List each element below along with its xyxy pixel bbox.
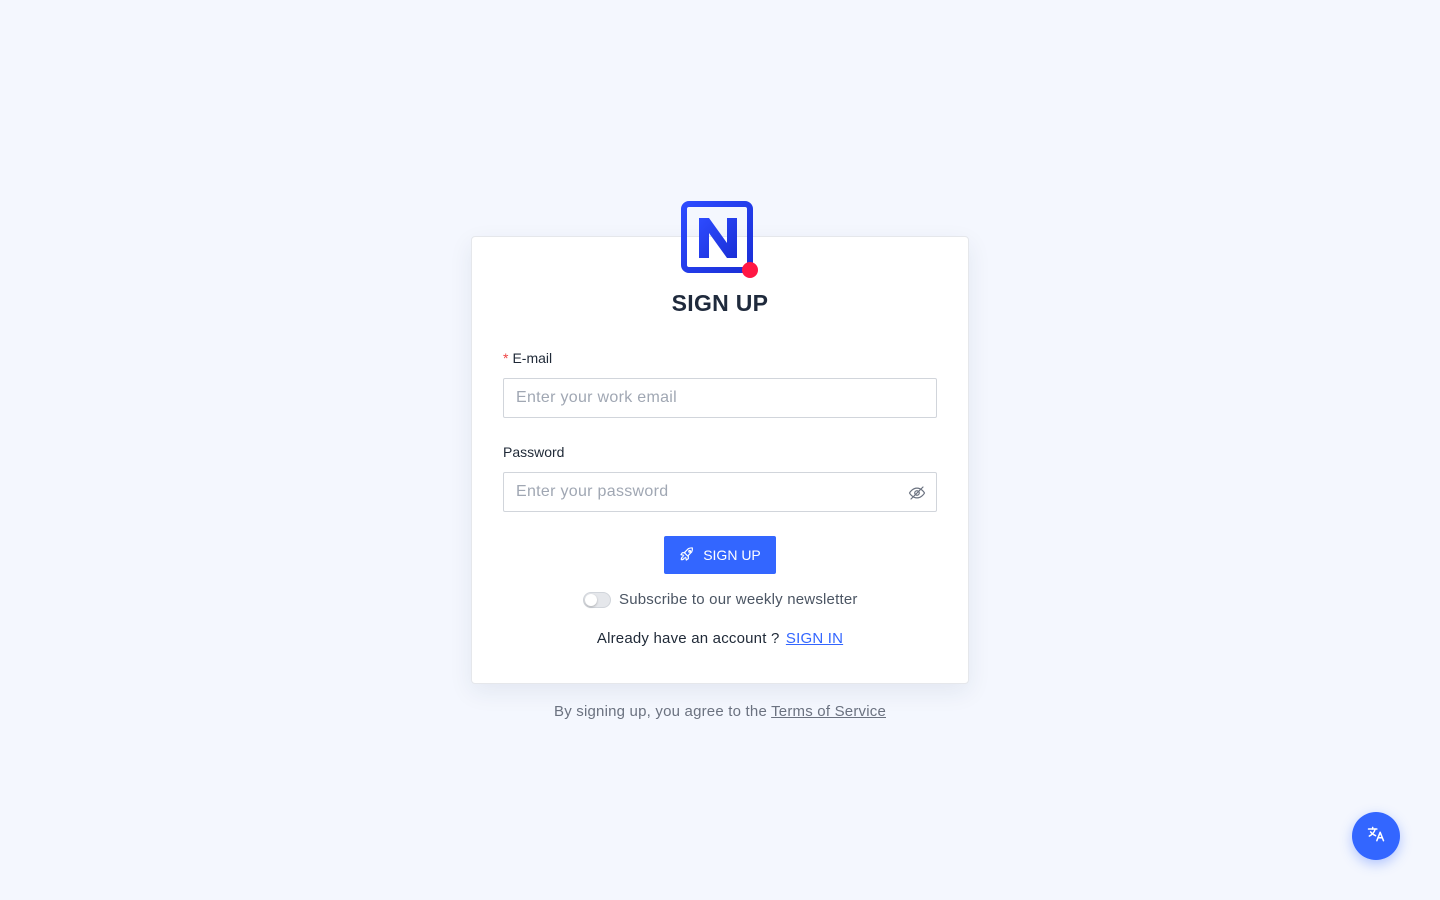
required-mark: *: [503, 350, 509, 366]
signin-prompt: Already have an account ?: [596, 630, 780, 647]
newsletter-row: Subscribe to our weekly newsletter: [583, 591, 858, 608]
password-field-wrapper: [503, 472, 937, 512]
password-field[interactable]: [504, 473, 896, 511]
terms-prefix: By signing up, you agree to the: [553, 703, 767, 720]
password-label: Password: [503, 444, 565, 460]
page-title: SIGN UP: [671, 290, 769, 316]
n-logo-icon: [680, 200, 760, 280]
toggle-knob: [585, 593, 597, 606]
sign-up-button[interactable]: SIGN UP: [664, 536, 776, 574]
email-field-wrapper: [503, 378, 937, 418]
translate-icon: [1366, 824, 1386, 849]
sign-in-link[interactable]: SIGN IN: [786, 630, 843, 647]
rocket-icon: [679, 546, 695, 565]
newsletter-toggle[interactable]: [583, 591, 611, 608]
eye-off-icon[interactable]: [908, 484, 926, 502]
sign-up-button-label: SIGN UP: [703, 547, 761, 563]
terms-notice: By signing up, you agree to the Terms of…: [471, 703, 969, 720]
email-field[interactable]: [504, 379, 896, 417]
signin-prompt-row: Already have an account ? SIGN IN: [471, 630, 969, 647]
email-label: * E-mail: [503, 350, 552, 366]
newsletter-label: Subscribe to our weekly newsletter: [619, 591, 858, 608]
terms-of-service-link[interactable]: Terms of Service: [771, 703, 886, 720]
language-button[interactable]: [1352, 812, 1400, 860]
email-label-text: E-mail: [512, 350, 553, 366]
